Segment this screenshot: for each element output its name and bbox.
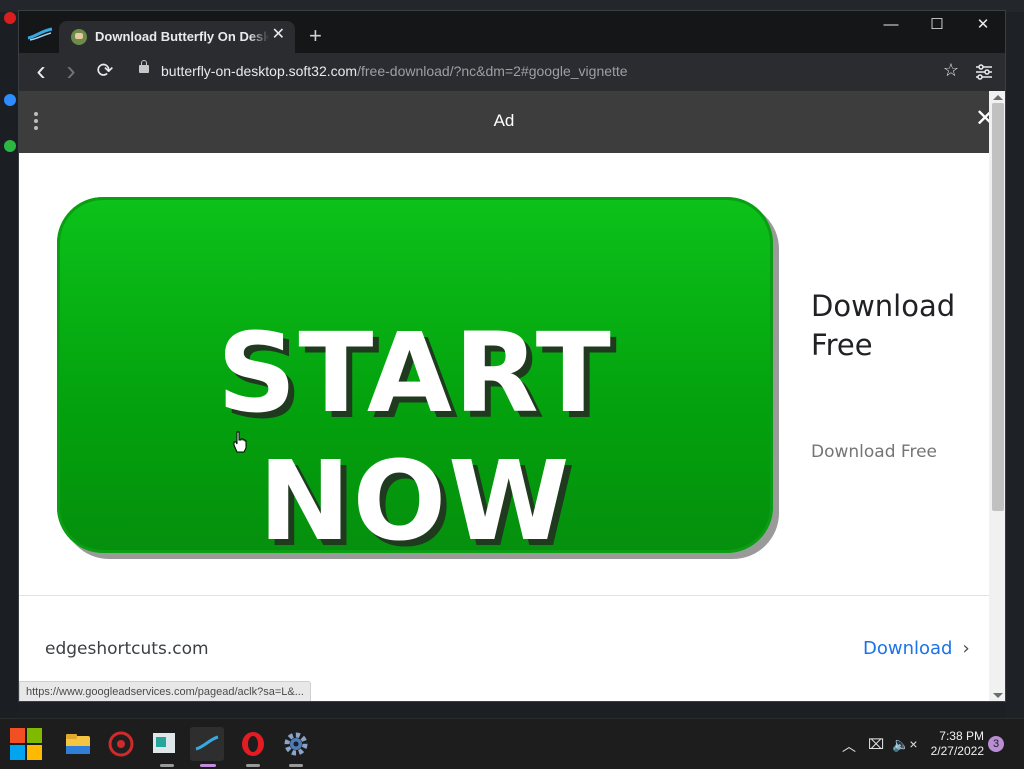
url-path: /free-download/?nc&dm=2#google_vignette	[357, 63, 628, 79]
start-now-ad-button[interactable]: START NOW	[57, 197, 773, 565]
browser-logo-icon	[27, 27, 53, 41]
background-app-sidebar	[0, 12, 18, 718]
opera-logo-icon	[4, 12, 16, 24]
hand-cursor-icon	[233, 431, 247, 453]
tab-strip: Download Butterfly On Desktop ✕ + — ☐ ✕	[19, 11, 1005, 53]
butterfly-favicon-icon	[71, 29, 87, 45]
tab-active[interactable]: Download Butterfly On Desktop ✕	[59, 21, 295, 53]
taskbar: ︿ ⌧ 🔈× 7:38 PM 2/27/2022 3	[0, 718, 1024, 769]
butterfly-app-icon[interactable]	[190, 727, 224, 761]
url-text[interactable]: butterfly-on-desktop.soft32.com/free-dow…	[161, 63, 628, 79]
ad-close-button[interactable]: ✕	[975, 107, 989, 131]
volume-muted-icon[interactable]: 🔈×	[892, 736, 918, 753]
scrollbar-thumb[interactable]	[992, 103, 1004, 511]
customize-settings-icon[interactable]	[975, 64, 993, 80]
clock-time: 7:38 PM	[939, 729, 984, 743]
file-explorer-icon[interactable]	[61, 727, 95, 761]
forward-button[interactable]: ›	[59, 57, 83, 85]
url-host: butterfly-on-desktop.soft32.com	[161, 63, 358, 79]
browser-window: Download Butterfly On Desktop ✕ + — ☐ ✕ …	[18, 10, 1006, 702]
download-link-label: Download	[863, 638, 953, 659]
browser-toolbar: ‹ › ⟳ butterfly-on-desktop.soft32.com/fr…	[19, 53, 1005, 91]
back-button[interactable]: ‹	[29, 57, 53, 85]
chevron-right-icon: ›	[962, 638, 970, 659]
background-window-edge	[1006, 12, 1024, 718]
tab-title: Download Butterfly On Desktop	[95, 29, 269, 44]
advertiser-domain: edgeshortcuts.com	[45, 639, 209, 659]
security-app-icon[interactable]	[104, 727, 138, 761]
clock-date: 2/27/2022	[930, 744, 984, 758]
butterfly-active-indicator	[200, 764, 216, 767]
notes-running-indicator	[160, 764, 174, 767]
download-link[interactable]: Download ›	[863, 638, 970, 659]
page-viewport: Ad ✕ START NOW Download Free Download Fr…	[19, 91, 989, 701]
notes-app-icon[interactable]	[147, 727, 181, 761]
scroll-down-arrow-icon[interactable]	[993, 693, 1003, 698]
ad-divider	[19, 595, 989, 596]
settings-running-indicator	[289, 764, 303, 767]
lock-icon	[139, 60, 149, 73]
status-bar-url: https://www.googleadservices.com/pagead/…	[19, 681, 311, 701]
tray-overflow-chevron-icon[interactable]: ︿	[842, 736, 856, 756]
start-now-text: START NOW	[217, 309, 613, 565]
ad-subtext: Download Free	[811, 442, 937, 462]
reload-button[interactable]: ⟳	[93, 60, 117, 84]
messenger-icon	[4, 94, 16, 106]
close-window-button[interactable]: ✕	[963, 17, 1003, 33]
opera-browser-icon[interactable]	[236, 727, 270, 761]
start-menu-icon[interactable]	[10, 728, 42, 760]
notification-badge[interactable]: 3	[988, 736, 1004, 752]
tab-close-icon[interactable]: ✕	[272, 27, 285, 43]
scroll-up-arrow-icon[interactable]	[993, 95, 1003, 100]
settings-gear-icon[interactable]	[279, 727, 313, 761]
opera-running-indicator	[246, 764, 260, 767]
vertical-scrollbar[interactable]	[989, 91, 1005, 701]
new-tab-button[interactable]: +	[309, 25, 322, 47]
taskbar-clock[interactable]: 7:38 PM 2/27/2022	[922, 729, 984, 759]
ad-headline[interactable]: Download Free	[811, 287, 981, 365]
whatsapp-icon	[4, 140, 16, 152]
maximize-button[interactable]: ☐	[917, 17, 957, 33]
ad-label: Ad	[493, 111, 515, 130]
minimize-button[interactable]: —	[871, 17, 911, 33]
ad-header-bar: Ad ✕	[19, 91, 989, 153]
network-icon[interactable]: ⌧	[868, 736, 884, 753]
bookmark-star-icon[interactable]: ☆	[943, 60, 959, 81]
address-bar[interactable]: butterfly-on-desktop.soft32.com/free-dow…	[127, 58, 965, 86]
